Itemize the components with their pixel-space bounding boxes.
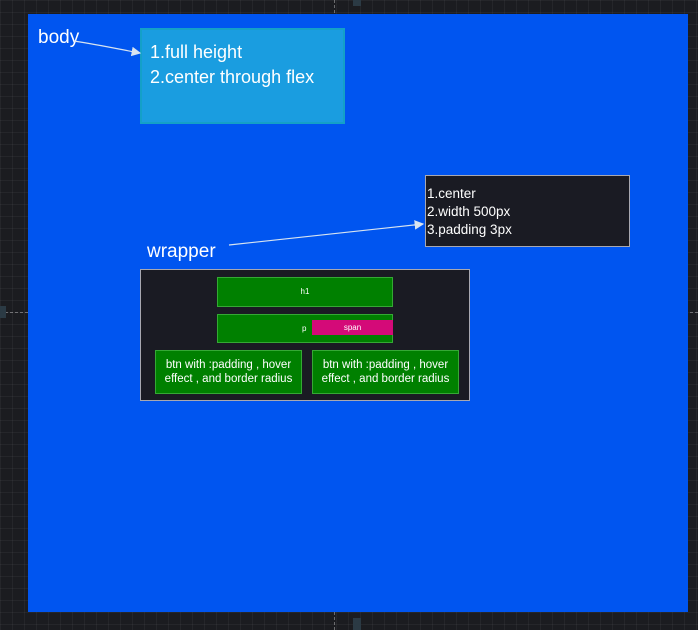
h1-box: h1 — [217, 277, 393, 307]
body-label: body — [38, 27, 80, 48]
body-note-line: 2.center through flex — [150, 67, 315, 87]
wrapper-box: h1 p span btn with :padding , hover effe… — [140, 269, 470, 401]
button-text-line: effect , and border radius — [321, 373, 450, 385]
button-text-line: effect , and border radius — [164, 373, 293, 385]
body-note: 1.full height 2.center through flex — [140, 28, 345, 124]
top-resize-handle[interactable] — [353, 0, 361, 6]
button-text-line: btn with :padding , hover — [165, 359, 292, 371]
wrapper-note-line: 3.padding 3px — [427, 222, 512, 237]
example-button[interactable]: btn with :padding , hover effect , and b… — [155, 350, 302, 394]
body-note-line: 1.full height — [150, 42, 243, 62]
left-resize-handle[interactable] — [0, 306, 6, 318]
example-button[interactable]: btn with :padding , hover effect , and b… — [312, 350, 459, 394]
bottom-resize-handle[interactable] — [353, 618, 361, 630]
p-label: p — [302, 324, 307, 333]
wrapper-note-line: 2.width 500px — [427, 204, 511, 219]
button-text-line: btn with :padding , hover — [322, 359, 449, 371]
h1-label: h1 — [300, 287, 310, 296]
design-canvas: body 1.full height 2.center through flex… — [0, 0, 698, 630]
span-label: span — [343, 323, 362, 332]
wrapper-note: 1.center 2.width 500px 3.padding 3px — [425, 175, 630, 247]
wrapper-label: wrapper — [147, 241, 216, 262]
wrapper-note-line: 1.center — [427, 186, 476, 201]
p-box: p span — [217, 314, 393, 343]
span-box: span — [312, 320, 393, 335]
